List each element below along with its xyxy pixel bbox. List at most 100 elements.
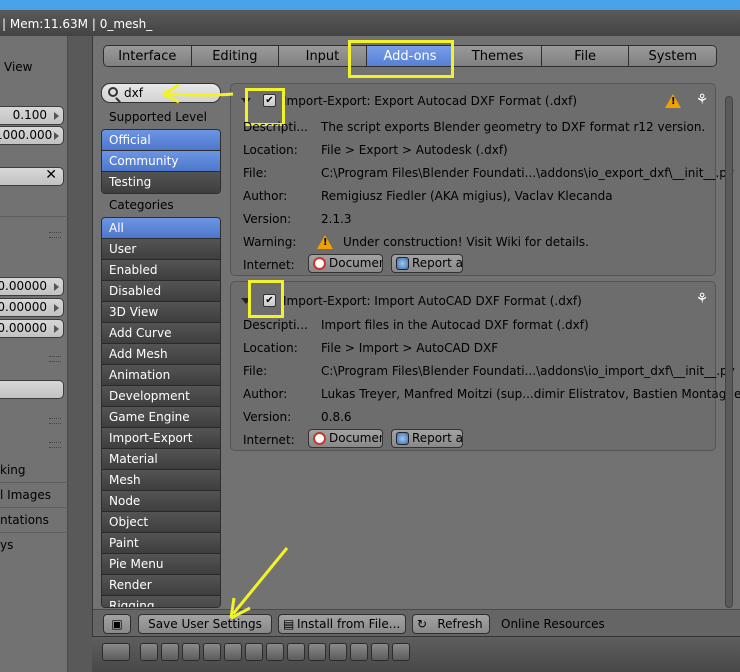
url-globe-icon <box>396 257 409 270</box>
material-icon[interactable] <box>224 643 242 661</box>
value-field-5[interactable]: 0.00000 <box>0 319 64 338</box>
search-input[interactable]: dxf <box>101 83 221 103</box>
left-properties-panel: View 0.100 1000.000 ✕ 0.00000 0.00000 0.… <box>0 36 68 672</box>
panel-drag-handle-icon[interactable] <box>49 356 61 362</box>
category-game-engine[interactable]: Game Engine <box>102 407 220 428</box>
category-user[interactable]: User <box>102 239 220 260</box>
panel-drag-handle-icon[interactable] <box>49 442 61 448</box>
report-bug-button[interactable]: Report a <box>391 254 463 273</box>
warning-icon <box>665 94 681 108</box>
category-add-curve[interactable]: Add Curve <box>102 323 220 344</box>
help-lifebuoy-icon <box>313 257 326 270</box>
install-from-file-button[interactable]: ▤ Install from File... <box>278 614 406 634</box>
increment-arrow-icon[interactable] <box>54 132 59 140</box>
level-testing[interactable]: Testing <box>102 172 220 193</box>
value-field-3[interactable]: 0.00000 <box>0 277 64 296</box>
supported-level-list: Official Community Testing <box>101 129 221 194</box>
vertical-scrollbar[interactable] <box>725 96 733 608</box>
category-enabled[interactable]: Enabled <box>102 260 220 281</box>
documentation-button[interactable]: Documen <box>308 254 383 273</box>
tab-interface[interactable]: Interface <box>104 46 192 66</box>
category-3d-view[interactable]: 3D View <box>102 302 220 323</box>
category-object[interactable]: Object <box>102 512 220 533</box>
online-resources-label[interactable]: Online Resources <box>501 617 605 631</box>
addon-card-export-dxf: ✔ Import-Export: Export Autocad DXF Form… <box>230 83 734 276</box>
object-icon[interactable] <box>140 643 158 661</box>
folder-icon: ▤ <box>283 617 295 631</box>
help-lifebuoy-icon <box>313 432 326 445</box>
snap-icon[interactable] <box>371 643 389 661</box>
info-header: | Mem:11.63M | 0_mesh_ <box>0 10 740 36</box>
tab-editing[interactable]: Editing <box>191 46 280 66</box>
tab-system[interactable]: System <box>629 46 716 66</box>
increment-arrow-icon[interactable] <box>54 283 59 291</box>
physics-icon[interactable] <box>308 643 326 661</box>
separator <box>0 216 66 217</box>
view-label: View <box>4 60 33 74</box>
addon-title: Import-Export: Export Autocad DXF Format… <box>283 94 578 108</box>
value-field-1[interactable]: 0.100 <box>0 106 64 125</box>
category-render[interactable]: Render <box>102 575 220 596</box>
panel-drag-handle-icon[interactable] <box>49 418 61 424</box>
panel-label-3[interactable]: ntations <box>0 513 49 527</box>
separator <box>0 532 66 533</box>
checker-icon[interactable] <box>350 643 368 661</box>
category-add-mesh[interactable]: Add Mesh <box>102 344 220 365</box>
value-field-2[interactable]: 1000.000 <box>0 126 64 145</box>
preferences-footer: ▣ Save User Settings ▤ Install from File.… <box>93 609 740 636</box>
category-node[interactable]: Node <box>102 491 220 512</box>
categories-list: All User Enabled Disabled 3D View Add Curve Ad… <box>101 217 221 608</box>
modifier-icon[interactable] <box>266 643 284 661</box>
category-paint[interactable]: Paint <box>102 533 220 554</box>
url-globe-icon <box>396 432 409 445</box>
panel-drag-handle-icon[interactable] <box>49 232 61 238</box>
save-user-settings-button[interactable]: Save User Settings <box>138 614 272 634</box>
texture-icon[interactable] <box>182 643 200 661</box>
panel-label-2[interactable]: l Images <box>0 488 51 502</box>
category-rigging[interactable]: Rigging <box>102 596 220 607</box>
report-bug-button[interactable]: Report a <box>391 429 463 448</box>
increment-arrow-icon[interactable] <box>54 304 59 312</box>
level-official[interactable]: Official <box>102 130 220 151</box>
category-animation[interactable]: Animation <box>102 365 220 386</box>
blender-community-icon: ⚘ <box>695 92 709 108</box>
panel-label-4[interactable]: ys <box>0 538 13 552</box>
mesh-icon[interactable] <box>161 643 179 661</box>
category-material[interactable]: Material <box>102 449 220 470</box>
category-mesh[interactable]: Mesh <box>102 470 220 491</box>
increment-arrow-icon[interactable] <box>54 112 59 120</box>
editor-type-menu[interactable] <box>102 643 130 661</box>
category-development[interactable]: Development <box>102 386 220 407</box>
warning-icon <box>317 235 333 249</box>
world-icon[interactable] <box>203 643 221 661</box>
memory-stats: | Mem:11.63M | 0_mesh_ <box>2 17 153 31</box>
render-icon[interactable] <box>329 643 347 661</box>
refresh-button[interactable]: ↻ Refresh <box>412 614 490 634</box>
increment-arrow-icon[interactable] <box>54 325 59 333</box>
editor-header-bar <box>92 636 740 672</box>
blank-field[interactable] <box>0 380 64 399</box>
constraint-icon[interactable] <box>245 643 263 661</box>
editor-type-menu[interactable]: ▣ <box>103 614 131 634</box>
level-community[interactable]: Community <box>102 151 220 172</box>
tab-themes[interactable]: Themes <box>454 46 542 66</box>
panel-label-1[interactable]: king <box>0 463 26 477</box>
particles-icon[interactable] <box>287 643 305 661</box>
value-field-4[interactable]: 0.00000 <box>0 298 64 317</box>
category-pie-menu[interactable]: Pie Menu <box>102 554 220 575</box>
separator <box>0 482 66 483</box>
category-all[interactable]: All <box>102 218 220 239</box>
brush-icon[interactable] <box>392 643 410 661</box>
window-top-strip <box>0 0 740 10</box>
documentation-button[interactable]: Documen <box>308 429 383 448</box>
highlight-box <box>348 40 454 78</box>
category-import-export[interactable]: Import-Export <box>102 428 220 449</box>
blender-community-icon: ⚘ <box>695 291 709 307</box>
tab-file[interactable]: File <box>541 46 630 66</box>
separator <box>0 507 66 508</box>
clear-x-icon[interactable]: ✕ <box>45 167 57 184</box>
editor-divider <box>68 36 92 672</box>
categories-title: Categories <box>109 198 174 212</box>
category-disabled[interactable]: Disabled <box>102 281 220 302</box>
text-field[interactable]: ✕ <box>0 167 64 186</box>
